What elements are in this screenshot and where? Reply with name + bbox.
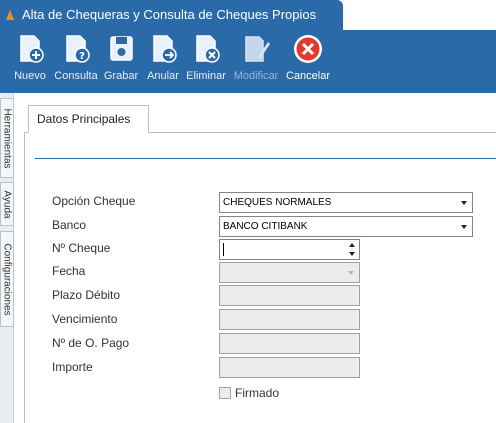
banco-select[interactable]: BANCO CITIBANK [219, 216, 473, 237]
numero-cheque-spinner[interactable] [219, 239, 360, 260]
fecha-label: Fecha [52, 264, 86, 278]
importe-field[interactable] [219, 357, 360, 378]
cancel-button[interactable]: Cancelar [284, 30, 332, 93]
svg-text:?: ? [79, 51, 85, 62]
section-separator [35, 158, 496, 159]
plazo-debito-field[interactable] [219, 285, 360, 306]
dropdown-arrow-icon [461, 225, 467, 229]
delete-button-label: Eliminar [186, 70, 226, 82]
side-tab-ayuda[interactable]: Ayuda [0, 182, 14, 226]
delete-document-icon [196, 35, 220, 63]
side-panel-tabs: Herramientas Ayuda Configuraciones [0, 93, 14, 423]
side-tab-label: Configuraciones [1, 242, 13, 316]
orden-pago-field[interactable] [219, 333, 360, 354]
void-button-label: Anular [147, 70, 179, 82]
new-button[interactable]: Nuevo [11, 30, 49, 93]
void-button[interactable]: Anular [144, 30, 182, 93]
banco-label: Banco [52, 218, 87, 232]
void-document-icon [153, 35, 177, 63]
plazo-debito-label: Plazo Débito [52, 288, 121, 302]
side-tab-label: Herramientas [1, 107, 13, 169]
main-area: Datos Principales Opción Cheque CHEQUES … [24, 93, 496, 423]
opcion-cheque-value: CHEQUES NORMALES [223, 197, 332, 208]
toolbar: Nuevo ? Consulta Grabar Anular Eliminar … [0, 30, 496, 93]
query-button[interactable]: ? Consulta [52, 30, 100, 93]
modify-button[interactable]: Modificar [230, 30, 282, 93]
save-button-label: Grabar [103, 70, 139, 82]
cancel-circle-icon [294, 35, 322, 63]
tab-datos-principales[interactable]: Datos Principales [28, 105, 149, 134]
modify-button-label: Modificar [233, 70, 279, 82]
orden-pago-label: Nº de O. Pago [52, 336, 130, 350]
save-button[interactable]: Grabar [101, 30, 141, 93]
opcion-cheque-label: Opción Cheque [52, 194, 136, 208]
title-bar: Alta de Chequeras y Consulta de Cheques … [0, 0, 496, 30]
side-tab-configuraciones[interactable]: Configuraciones [0, 231, 14, 327]
dropdown-arrow-icon [348, 271, 354, 275]
delete-button[interactable]: Eliminar [184, 30, 228, 93]
side-tab-label: Ayuda [1, 189, 13, 219]
banco-value: BANCO CITIBANK [223, 221, 308, 232]
text-caret [223, 243, 224, 256]
firmado-label: Firmado [235, 386, 280, 400]
importe-label: Importe [52, 360, 93, 374]
new-button-label: Nuevo [14, 70, 46, 82]
tab-bar: Datos Principales [24, 105, 496, 134]
save-disk-icon [110, 36, 133, 61]
app-logo-icon [6, 10, 14, 20]
query-document-icon: ? [66, 35, 90, 63]
edit-pencil-icon [245, 36, 270, 62]
opcion-cheque-select[interactable]: CHEQUES NORMALES [219, 192, 473, 213]
query-button-label: Consulta [54, 70, 98, 82]
spin-up-icon[interactable] [349, 243, 355, 247]
vencimiento-field[interactable] [219, 309, 360, 330]
form-panel: Opción Cheque CHEQUES NORMALES Banco BAN… [24, 133, 496, 423]
cancel-button-label: Cancelar [285, 70, 331, 82]
window-title: Alta de Chequeras y Consulta de Cheques … [22, 7, 317, 22]
checkbox-box[interactable] [219, 387, 231, 399]
vencimiento-label: Vencimiento [52, 312, 118, 326]
window-title-tab[interactable]: Alta de Chequeras y Consulta de Cheques … [0, 0, 343, 30]
new-document-icon [20, 35, 44, 63]
spin-down-icon[interactable] [349, 252, 355, 256]
fecha-date-picker[interactable] [219, 262, 360, 283]
side-tab-herramientas[interactable]: Herramientas [0, 98, 14, 178]
numero-cheque-label: Nº Cheque [52, 241, 111, 255]
dropdown-arrow-icon [461, 201, 467, 205]
